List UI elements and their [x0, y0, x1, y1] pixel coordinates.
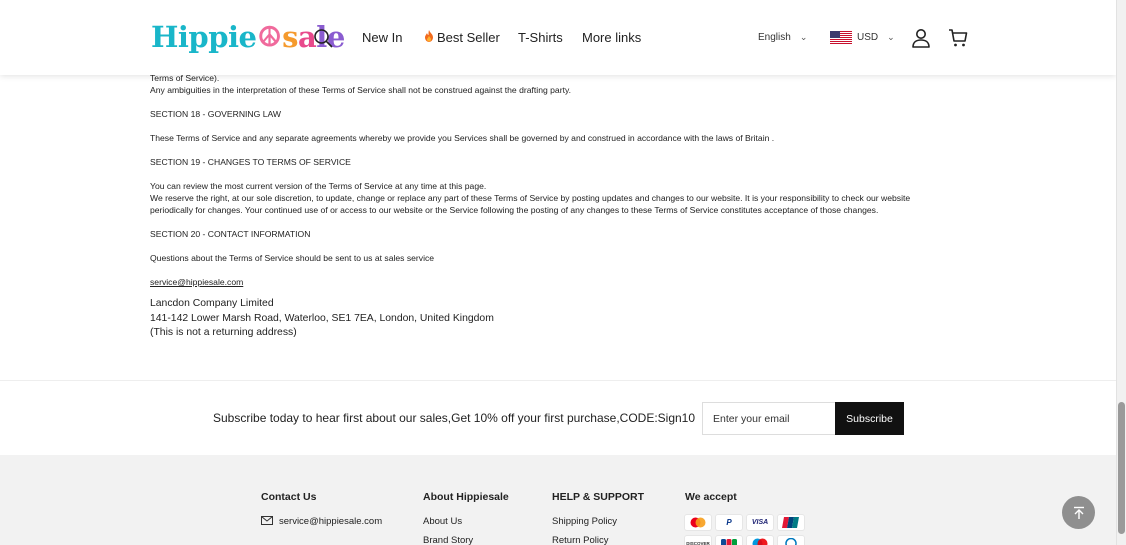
currency-label: USD — [857, 32, 879, 43]
section-heading: SECTION 18 - GOVERNING LAW — [150, 109, 281, 119]
site-footer: Contact Us service@hippiesale.com About … — [0, 455, 1116, 545]
user-account-icon[interactable] — [911, 28, 931, 48]
visa-icon: VISA — [747, 515, 773, 530]
address-line: (This is not a returning address) — [150, 327, 297, 338]
nav-best-seller[interactable]: Best Seller — [424, 0, 500, 75]
us-flag-icon — [830, 31, 852, 44]
chevron-down-icon: ⌄ — [799, 32, 808, 42]
footer-contact-email[interactable]: service@hippiesale.com — [261, 516, 382, 527]
search-icon[interactable] — [313, 28, 333, 48]
shopping-cart-icon[interactable] — [948, 28, 968, 48]
language-selector[interactable]: English ⌄ — [758, 0, 807, 75]
footer-link-brand-story[interactable]: Brand Story — [423, 535, 473, 545]
footer-link-shipping-policy[interactable]: Shipping Policy — [552, 516, 617, 527]
mail-icon — [261, 516, 273, 525]
maestro-icon — [747, 536, 773, 545]
subscribe-button[interactable]: Subscribe — [835, 402, 904, 435]
terms-line: You can review the most current version … — [150, 181, 487, 191]
footer-email-label: service@hippiesale.com — [279, 516, 383, 527]
footer-contact-heading: Contact Us — [261, 491, 317, 503]
terms-line: periodically for changes. Your continued… — [150, 205, 879, 215]
logo-text-hippie: Hippie — [151, 20, 257, 54]
footer-about-heading: About Hippiesale — [423, 491, 509, 503]
diners-club-icon — [778, 536, 804, 545]
payment-icons-row: P VISA — [685, 515, 804, 530]
subscribe-text: Subscribe today to hear first about our … — [213, 411, 696, 425]
logo-text-s: s — [282, 20, 298, 54]
discover-icon: DISCOVER — [685, 536, 711, 545]
language-label: English — [758, 32, 791, 43]
chevron-down-icon: ⌄ — [887, 32, 895, 42]
arrow-up-icon — [1073, 506, 1084, 519]
nav-more-links[interactable]: More links — [582, 0, 641, 75]
nav-t-shirts[interactable]: T-Shirts — [518, 0, 563, 75]
peace-sign-icon: ☮ — [257, 21, 282, 53]
paypal-icon: P — [716, 515, 742, 530]
site-header: Hippie ☮ s a le New In Best Seller T-Shi… — [0, 0, 1116, 75]
payment-icons-row: DISCOVER — [685, 536, 804, 545]
newsletter-section: Subscribe today to hear first about our … — [0, 380, 1116, 456]
currency-selector[interactable]: USD ⌄ — [830, 0, 895, 75]
mastercard-icon — [685, 515, 711, 530]
terms-line: We reserve the right, at our sole discre… — [150, 193, 911, 203]
page-scrollbar[interactable] — [1116, 0, 1126, 545]
terms-line: These Terms of Service and any separate … — [150, 133, 775, 143]
footer-help-heading: HELP & SUPPORT — [552, 491, 644, 503]
contact-email-link[interactable]: service@hippiesale.com — [150, 277, 243, 287]
terms-line: Any ambiguities in the interpretation of… — [150, 85, 572, 95]
email-input[interactable] — [702, 402, 835, 435]
scrollbar-thumb[interactable] — [1118, 402, 1125, 534]
section-heading: SECTION 19 - CHANGES TO TERMS OF SERVICE — [150, 157, 351, 167]
footer-link-about-us[interactable]: About Us — [423, 516, 462, 527]
nav-best-seller-label: Best Seller — [437, 30, 500, 45]
nav-new-in[interactable]: New In — [362, 0, 402, 75]
fire-icon — [424, 30, 434, 45]
address-line: Lancdon Company Limited — [150, 298, 274, 309]
company-address: Lancdon Company Limited 141-142 Lower Ma… — [150, 297, 970, 341]
address-line: 141-142 Lower Marsh Road, Waterloo, SE1 … — [150, 312, 494, 324]
footer-accept-heading: We accept — [685, 491, 737, 503]
terms-content: Terms of Service). Any ambiguities in th… — [150, 72, 970, 341]
jcb-icon — [716, 536, 742, 545]
section-heading: SECTION 20 - CONTACT INFORMATION — [150, 229, 311, 239]
unionpay-icon — [778, 515, 804, 530]
back-to-top-button[interactable] — [1062, 496, 1095, 529]
footer-link-return-policy[interactable]: Return Policy — [552, 535, 609, 545]
terms-line: Questions about the Terms of Service sho… — [150, 253, 435, 263]
page: Hippie ☮ s a le New In Best Seller T-Shi… — [0, 0, 1116, 545]
